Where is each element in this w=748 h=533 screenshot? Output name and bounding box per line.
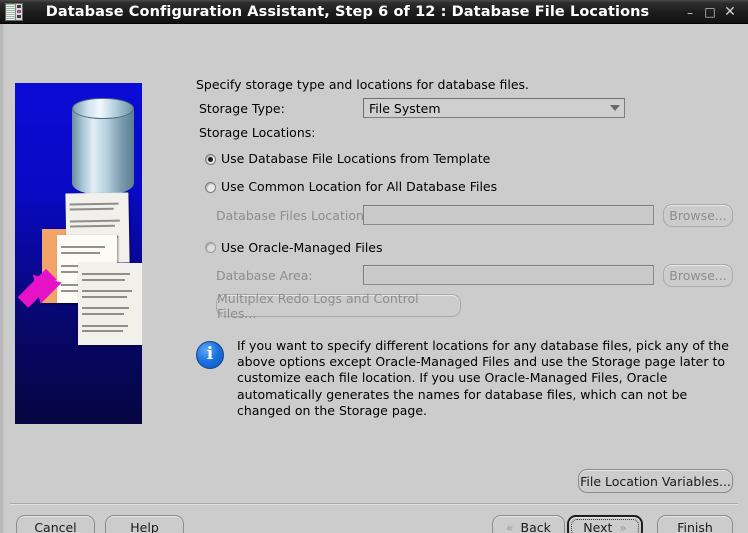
radio-use-template-label[interactable]: Use Database File Locations from Templat… <box>221 151 490 166</box>
info-message-text: If you want to specify different locatio… <box>237 338 729 418</box>
database-files-location-label: Database Files Location: <box>216 208 369 223</box>
pin <box>17 14 21 18</box>
next-label: Next <box>583 520 613 533</box>
database-files-location-input[interactable] <box>363 205 654 225</box>
storage-type-select[interactable]: File System <box>363 98 625 118</box>
window-body: Specify storage type and locations for d… <box>0 24 748 533</box>
radio-use-common-location[interactable] <box>205 182 216 193</box>
chevron-left-icon: « <box>506 520 514 533</box>
database-area-label: Database Area: <box>216 268 313 283</box>
info-glyph: i <box>206 344 214 364</box>
help-button[interactable]: Help <box>105 515 184 533</box>
help-label: Help <box>130 520 159 533</box>
storage-locations-label: Storage Locations: <box>199 125 316 140</box>
pin <box>17 9 21 13</box>
radio-use-oracle-managed-files-label[interactable]: Use Oracle-Managed Files <box>221 240 383 255</box>
pin <box>17 5 21 9</box>
finish-label: Finish <box>677 520 713 533</box>
next-button[interactable]: Next » <box>567 515 643 533</box>
info-icon: i <box>196 341 224 369</box>
radio-use-oracle-managed-files[interactable] <box>205 242 216 253</box>
close-icon[interactable]: ✕ <box>720 2 740 22</box>
radio-use-template[interactable] <box>205 154 216 165</box>
storage-type-label: Storage Type: <box>199 101 285 116</box>
storage-type-value: File System <box>369 100 441 116</box>
chevron-right-icon: » <box>619 520 627 533</box>
back-label: Back <box>520 520 551 533</box>
file-location-variables-button[interactable]: File Location Variables... <box>578 469 733 493</box>
window-titlebar: Database Configuration Assistant, Step 6… <box>0 0 748 24</box>
cancel-button[interactable]: Cancel <box>16 515 95 533</box>
page-instruction: Specify storage type and locations for d… <box>196 77 529 92</box>
storage-locations-form: Specify storage type and locations for d… <box>0 24 748 444</box>
browse-database-files-button[interactable]: Browse... <box>663 204 733 227</box>
database-area-input[interactable] <box>363 265 654 285</box>
chevron-down-icon[interactable] <box>606 105 624 111</box>
cancel-label: Cancel <box>34 520 77 533</box>
window-title: Database Configuration Assistant, Step 6… <box>45 3 650 20</box>
chip-pins <box>16 4 22 20</box>
footer-divider <box>10 503 738 505</box>
minimize-icon[interactable]: – <box>680 0 700 24</box>
dbca-window: Database Configuration Assistant, Step 6… <box>0 0 748 533</box>
maximize-icon[interactable]: □ <box>700 2 720 22</box>
browse-database-area-button[interactable]: Browse... <box>663 264 733 287</box>
window-controls: – □ ✕ <box>680 0 740 24</box>
database-chip-icon <box>5 2 23 21</box>
chip-body <box>6 3 16 20</box>
multiplex-redo-logs-button[interactable]: Multiplex Redo Logs and Control Files... <box>216 291 461 321</box>
finish-button[interactable]: Finish <box>657 515 733 533</box>
back-button[interactable]: « Back <box>492 515 565 533</box>
radio-use-common-location-label[interactable]: Use Common Location for All Database Fil… <box>221 179 497 194</box>
